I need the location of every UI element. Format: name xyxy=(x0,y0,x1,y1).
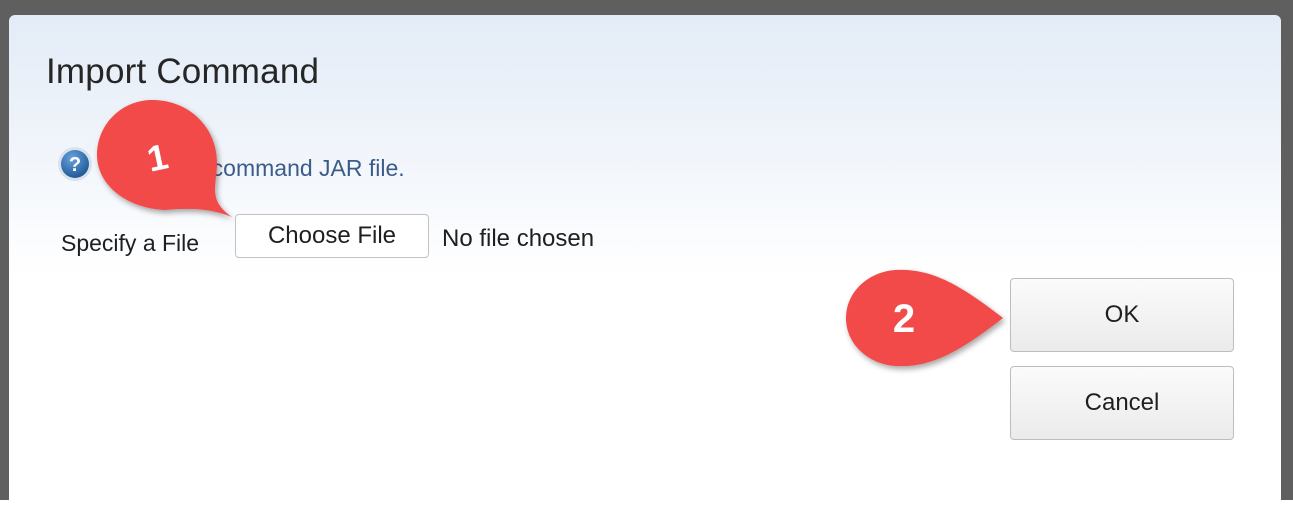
choose-file-button[interactable]: Choose File xyxy=(235,214,429,258)
cancel-button[interactable]: Cancel xyxy=(1010,366,1234,440)
dialog-title: Import Command xyxy=(46,52,320,91)
instruction-text: Select the command JAR file. xyxy=(103,155,405,181)
specify-file-label: Specify a File xyxy=(61,230,200,256)
file-status-text: No file chosen xyxy=(442,225,595,252)
svg-text:?: ? xyxy=(69,154,81,176)
ok-button[interactable]: OK xyxy=(1010,278,1234,352)
question-mark-icon: ? xyxy=(56,145,94,183)
